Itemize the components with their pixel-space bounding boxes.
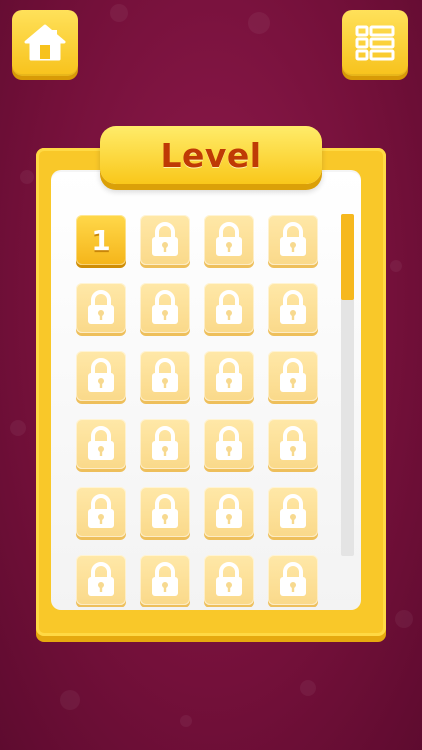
level-tile-locked[interactable] <box>140 555 190 605</box>
title-banner: Level <box>100 126 322 184</box>
home-button[interactable] <box>12 10 78 76</box>
lock-icon <box>152 358 178 392</box>
lock-icon <box>152 290 178 324</box>
level-tile-locked[interactable] <box>204 351 254 401</box>
level-tile-locked[interactable] <box>76 419 126 469</box>
lock-icon <box>280 290 306 324</box>
level-tile-locked[interactable] <box>140 351 190 401</box>
lock-icon <box>280 222 306 256</box>
background-dot <box>300 680 316 696</box>
background-dot <box>20 170 34 184</box>
level-tile-locked[interactable] <box>268 555 318 605</box>
level-tile-locked[interactable] <box>268 419 318 469</box>
scrollbar[interactable] <box>341 214 354 556</box>
lock-icon <box>152 494 178 528</box>
level-tile-locked[interactable] <box>204 215 254 265</box>
lock-icon <box>280 494 306 528</box>
level-tile-locked[interactable] <box>268 215 318 265</box>
page-title: Level <box>160 135 262 175</box>
level-tile-locked[interactable] <box>140 283 190 333</box>
lock-icon <box>280 426 306 460</box>
lock-icon <box>280 562 306 596</box>
level-tile-locked[interactable] <box>76 351 126 401</box>
level-tile-locked[interactable] <box>204 555 254 605</box>
level-tile-locked[interactable] <box>268 283 318 333</box>
lock-icon <box>152 426 178 460</box>
level-tile-locked[interactable] <box>204 487 254 537</box>
level-tile-locked[interactable] <box>268 351 318 401</box>
level-tile-1[interactable]: 1 <box>76 215 126 265</box>
lock-icon <box>216 426 242 460</box>
level-tile-locked[interactable] <box>140 419 190 469</box>
background-dot <box>60 690 80 710</box>
lock-icon <box>152 222 178 256</box>
lock-icon <box>88 290 114 324</box>
level-number: 1 <box>91 223 111 257</box>
level-tile-locked[interactable] <box>204 419 254 469</box>
home-icon <box>24 24 66 61</box>
lock-icon <box>152 562 178 596</box>
lock-icon <box>216 222 242 256</box>
level-tile-locked[interactable] <box>76 487 126 537</box>
level-list-button[interactable] <box>342 10 408 76</box>
background-dot <box>395 610 413 628</box>
lock-icon <box>88 426 114 460</box>
background-dot <box>390 260 402 272</box>
level-tile-locked[interactable] <box>76 555 126 605</box>
level-tile-locked[interactable] <box>140 215 190 265</box>
lock-icon <box>216 358 242 392</box>
level-tile-locked[interactable] <box>268 487 318 537</box>
level-tile-locked[interactable] <box>140 487 190 537</box>
lock-icon <box>216 562 242 596</box>
lock-icon <box>88 494 114 528</box>
background-dot <box>248 12 270 34</box>
level-tile-locked[interactable] <box>76 283 126 333</box>
background-dot <box>10 420 26 436</box>
level-list-icon <box>355 25 395 61</box>
background-dot <box>180 715 192 727</box>
lock-icon <box>88 358 114 392</box>
lock-icon <box>88 562 114 596</box>
level-grid[interactable]: 1 <box>74 215 324 607</box>
level-tile-locked[interactable] <box>204 283 254 333</box>
scrollbar-thumb[interactable] <box>341 214 354 300</box>
lock-icon <box>216 290 242 324</box>
lock-icon <box>280 358 306 392</box>
background-dot <box>110 4 128 22</box>
lock-icon <box>216 494 242 528</box>
